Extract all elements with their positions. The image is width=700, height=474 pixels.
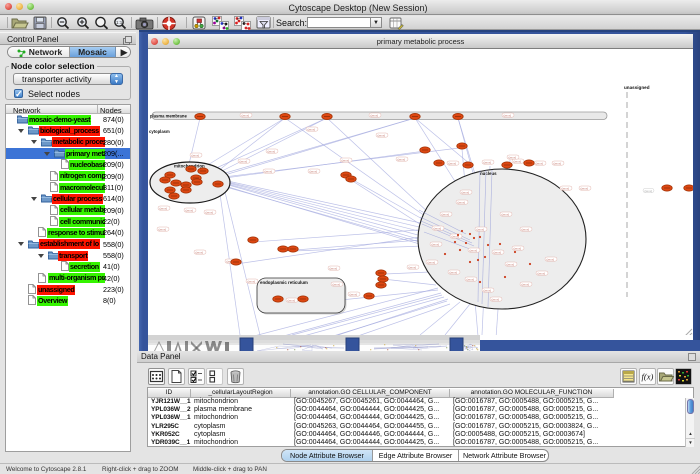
svg-text:(xx-x): (xx-x) (192, 153, 200, 157)
svg-text:(xx-x): (xx-x) (442, 212, 450, 216)
svg-text:(xx-x): (xx-x) (398, 157, 406, 161)
svg-text:(xx-x): (xx-x) (240, 159, 248, 163)
svg-text:(xx-x): (xx-x) (206, 210, 214, 214)
svg-text:(xx-x): (xx-x) (342, 158, 350, 162)
svg-text:(xx-x): (xx-x) (547, 257, 555, 261)
svg-text:(xx-x): (xx-x) (581, 186, 589, 190)
svg-text:plasma membrane: plasma membrane (150, 114, 187, 119)
svg-text:1:1: 1:1 (116, 20, 123, 25)
svg-text:nucleus: nucleus (480, 171, 497, 176)
svg-text:(xx-x): (xx-x) (159, 227, 167, 231)
svg-text:(xx-x): (xx-x) (330, 266, 338, 270)
svg-text:(xx-x): (xx-x) (196, 250, 204, 254)
svg-text:(xx-x): (xx-x) (458, 200, 466, 204)
svg-text:(xx-x): (xx-x) (492, 297, 500, 301)
svg-text:(xx-x): (xx-x) (428, 260, 436, 264)
svg-text:(xx-x): (xx-x) (509, 155, 517, 159)
svg-text:(xx-x): (xx-x) (514, 246, 522, 250)
svg-text:(xx-x): (xx-x) (477, 227, 485, 231)
svg-text:(xx-x): (xx-x) (470, 248, 478, 252)
svg-text:(xx-x): (xx-x) (449, 161, 457, 165)
svg-text:(xx-x): (xx-x) (507, 262, 515, 266)
svg-text:(xx-x): (xx-x) (450, 270, 458, 274)
svg-text:(xx-x): (xx-x) (288, 298, 296, 302)
svg-text:unassigned: unassigned (624, 85, 650, 90)
svg-text:(xx-x): (xx-x) (268, 149, 276, 153)
svg-text:(xx-x): (xx-x) (350, 292, 358, 296)
svg-text:endoplasmic reticulum: endoplasmic reticulum (260, 280, 308, 285)
svg-text:(xx-x): (xx-x) (504, 113, 512, 117)
svg-text:(xx-x): (xx-x) (484, 288, 492, 292)
svg-text:cytoplasm: cytoplasm (149, 129, 170, 134)
svg-text:(xx-x): (xx-x) (333, 282, 341, 286)
svg-text:(xx-x): (xx-x) (310, 169, 318, 173)
svg-text:(xx-x): (xx-x) (554, 161, 562, 165)
svg-text:(xx-x): (xx-x) (434, 226, 442, 230)
svg-text:(xx-x): (xx-x) (645, 189, 653, 193)
svg-text:(xx-x): (xx-x) (242, 113, 250, 117)
svg-text:(xx-x): (xx-x) (378, 133, 386, 137)
svg-text:(xx-x): (xx-x) (371, 113, 379, 117)
svg-text:(xx-x): (xx-x) (462, 190, 470, 194)
svg-text:(xx-x): (xx-x) (432, 242, 440, 246)
svg-text:(xx-x): (xx-x) (522, 282, 530, 286)
svg-text:(xx-x): (xx-x) (265, 169, 273, 173)
svg-text:(xx-x): (xx-x) (186, 208, 194, 212)
svg-text:(xx-x): (xx-x) (562, 186, 570, 190)
svg-text:f(x): f(x) (642, 372, 654, 382)
svg-text:(xx-x): (xx-x) (308, 127, 316, 131)
svg-text:(xx-x): (xx-x) (467, 277, 475, 281)
svg-text:(xx-x): (xx-x) (248, 279, 256, 283)
svg-text:(xx-x): (xx-x) (536, 161, 544, 165)
svg-text:(xx-x): (xx-x) (522, 227, 530, 231)
svg-text:(xx-x): (xx-x) (502, 212, 510, 216)
svg-text:(xx-x): (xx-x) (484, 160, 492, 164)
svg-text:(xx-x): (xx-x) (514, 159, 522, 163)
svg-text:(xx-x): (xx-x) (409, 265, 417, 269)
svg-text:(xx-x): (xx-x) (538, 271, 546, 275)
svg-text:(xx-x): (xx-x) (160, 206, 168, 210)
svg-text:(xx-x): (xx-x) (494, 250, 502, 254)
